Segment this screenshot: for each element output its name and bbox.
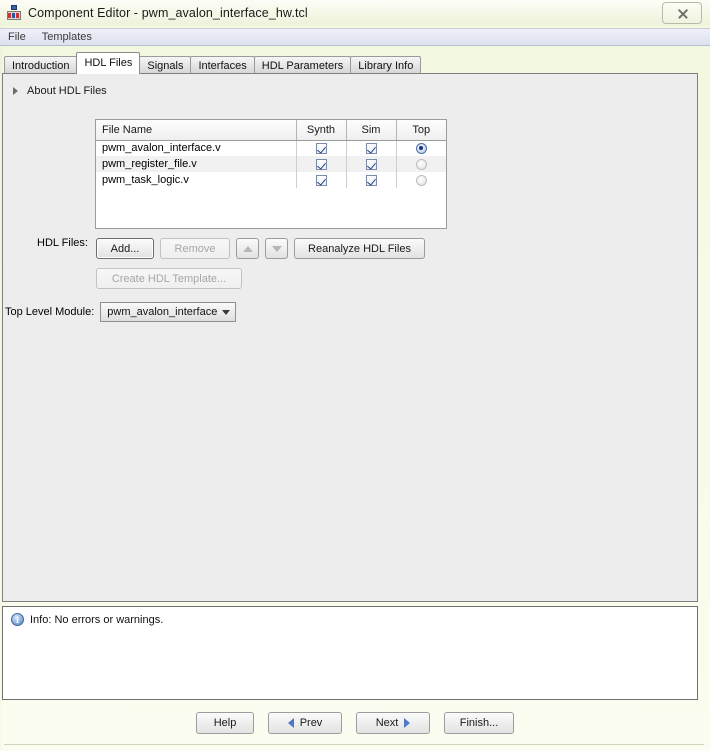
triangle-left-icon — [287, 718, 294, 728]
top-radio[interactable] — [415, 158, 427, 170]
synth-checkbox[interactable] — [315, 158, 327, 170]
cell-top[interactable] — [396, 172, 446, 188]
cell-sim[interactable] — [346, 156, 397, 172]
hdl-files-label: HDL Files: — [37, 237, 88, 249]
table-row[interactable]: pwm_task_logic.v — [96, 172, 446, 188]
add-button[interactable]: Add... — [96, 238, 154, 259]
tab-hdl-parameters[interactable]: HDL Parameters — [253, 56, 352, 74]
close-button[interactable] — [662, 2, 702, 24]
tab-introduction[interactable]: Introduction — [4, 56, 78, 74]
tab-library-info[interactable]: Library Info — [350, 56, 422, 74]
move-up-button — [236, 238, 259, 259]
column-header-synth[interactable]: Synth — [296, 120, 347, 141]
tab-signals[interactable]: Signals — [139, 56, 192, 74]
tab-interfaces[interactable]: Interfaces — [190, 56, 255, 74]
cell-synth[interactable] — [296, 156, 347, 172]
cell-synth[interactable] — [296, 140, 347, 156]
create-hdl-template-button: Create HDL Template... — [96, 268, 242, 289]
status-message-row: i Info: No errors or warnings. — [3, 607, 697, 626]
info-icon: i — [11, 613, 24, 626]
column-header-top[interactable]: Top — [396, 120, 446, 141]
tab-strip: Introduction HDL Files Signals Interface… — [0, 52, 710, 74]
top-level-module-value: pwm_avalon_interface — [107, 306, 218, 318]
title-bar: Component Editor - pwm_avalon_interface_… — [0, 0, 710, 25]
triangle-up-icon — [242, 245, 253, 252]
tab-hdl-files[interactable]: HDL Files — [76, 52, 141, 74]
cell-file-name: pwm_register_file.v — [96, 156, 297, 172]
footer-button-bar: Help Prev Next Finish... — [0, 712, 710, 740]
top-level-module-select[interactable]: pwm_avalon_interface — [100, 302, 237, 322]
column-header-file-name[interactable]: File Name — [96, 120, 297, 141]
column-header-sim[interactable]: Sim — [346, 120, 397, 141]
status-panel: i Info: No errors or warnings. — [2, 606, 698, 700]
table-row[interactable]: pwm_register_file.v — [96, 156, 446, 172]
sim-checkbox[interactable] — [365, 142, 377, 154]
next-button-label: Next — [375, 717, 399, 729]
cell-top[interactable] — [396, 140, 446, 156]
triangle-right-icon — [13, 87, 18, 95]
cell-synth[interactable] — [296, 172, 347, 188]
cell-sim[interactable] — [346, 172, 397, 188]
top-radio[interactable] — [415, 142, 427, 154]
about-hdl-files-label: About HDL Files — [27, 85, 107, 97]
window-title: Component Editor - pwm_avalon_interface_… — [28, 5, 308, 20]
chevron-down-icon — [222, 309, 231, 315]
component-editor-icon — [6, 4, 22, 21]
table-header-row: File Name Synth Sim Top — [96, 120, 446, 141]
menu-item-templates[interactable]: Templates — [34, 29, 100, 45]
top-level-module-row: Top Level Module: pwm_avalon_interface — [5, 302, 237, 322]
component-editor-window: Component Editor - pwm_avalon_interface_… — [0, 0, 710, 751]
about-hdl-files-expander[interactable]: About HDL Files — [13, 85, 107, 97]
menu-item-file[interactable]: File — [0, 29, 34, 45]
status-message: Info: No errors or warnings. — [30, 613, 164, 626]
sim-checkbox[interactable] — [365, 174, 377, 186]
footer-divider — [4, 744, 704, 745]
help-button[interactable]: Help — [196, 712, 254, 734]
file-action-buttons: Add... Remove Reanalyze HDL Files — [96, 238, 425, 259]
cell-file-name: pwm_task_logic.v — [96, 172, 297, 188]
next-button[interactable]: Next — [356, 712, 430, 734]
move-down-button — [265, 238, 288, 259]
top-radio[interactable] — [415, 174, 427, 186]
menu-bar: File Templates — [0, 28, 710, 46]
prev-button[interactable]: Prev — [268, 712, 342, 734]
synth-checkbox[interactable] — [315, 174, 327, 186]
hdl-files-panel: About HDL Files HDL Files: File Name Syn… — [2, 73, 698, 602]
prev-button-label: Prev — [299, 717, 323, 729]
cell-sim[interactable] — [346, 140, 397, 156]
top-level-module-label: Top Level Module: — [5, 306, 95, 318]
template-button-row: Create HDL Template... — [96, 268, 242, 289]
reanalyze-hdl-files-button[interactable]: Reanalyze HDL Files — [294, 238, 425, 259]
close-icon — [677, 8, 688, 19]
hdl-files-table[interactable]: File Name Synth Sim Top pwm_avalon_inter… — [95, 119, 447, 229]
triangle-down-icon — [271, 245, 282, 252]
table-row[interactable]: pwm_avalon_interface.v — [96, 140, 446, 156]
synth-checkbox[interactable] — [315, 142, 327, 154]
triangle-right-icon — [404, 718, 411, 728]
cell-file-name: pwm_avalon_interface.v — [96, 140, 297, 156]
finish-button[interactable]: Finish... — [444, 712, 514, 734]
cell-top[interactable] — [396, 156, 446, 172]
sim-checkbox[interactable] — [365, 158, 377, 170]
remove-button: Remove — [160, 238, 230, 259]
